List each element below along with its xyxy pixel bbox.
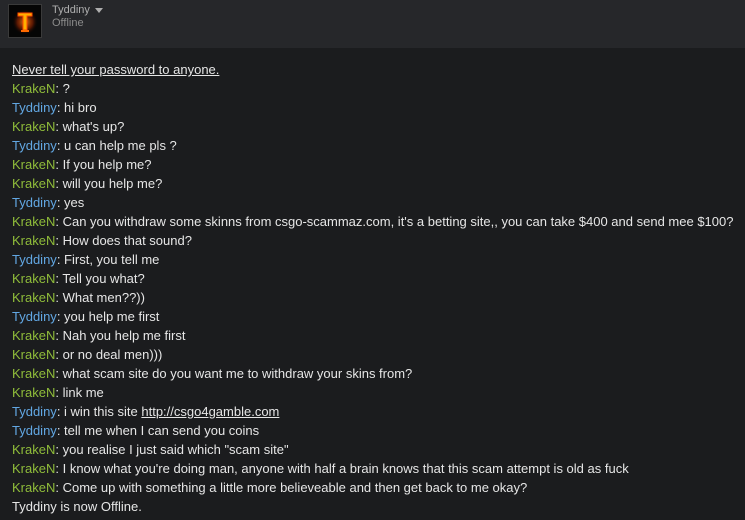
username: Tyddiny (52, 4, 90, 16)
message-text: will you help me? (62, 176, 163, 191)
message-sender[interactable]: KrakeN (12, 119, 55, 134)
avatar-emblem-icon (9, 5, 41, 37)
security-warning: Never tell your password to anyone. (12, 62, 220, 77)
message-separator: : (56, 100, 65, 115)
message-sender[interactable]: KrakeN (12, 176, 55, 191)
message-sender[interactable]: KrakeN (12, 347, 55, 362)
message-sender[interactable]: Tyddiny (12, 309, 57, 324)
status-label: Offline (52, 17, 84, 29)
message-separator: : (55, 233, 63, 248)
message-sender[interactable]: KrakeN (12, 214, 55, 229)
message-sender[interactable]: KrakeN (12, 233, 55, 248)
chat-message: KrakeN: I know what you're doing man, an… (12, 459, 737, 478)
message-text: Come up with something a little more bel… (62, 480, 528, 495)
message-separator: : (56, 195, 65, 210)
message-separator: : (55, 214, 63, 229)
message-separator: : (55, 442, 63, 457)
message-sender[interactable]: Tyddiny (12, 195, 57, 210)
chat-message: KrakeN: what scam site do you want me to… (12, 364, 737, 383)
message-text: Nah you help me first (62, 328, 186, 343)
chat-message: KrakeN: Come up with something a little … (12, 478, 737, 497)
message-separator: : (55, 157, 63, 172)
message-sender[interactable]: KrakeN (12, 328, 55, 343)
message-separator: : (55, 176, 63, 191)
message-text: you help me first (64, 309, 160, 324)
message-text: what scam site do you want me to withdra… (62, 366, 413, 381)
message-sender[interactable]: Tyddiny (12, 423, 57, 438)
chat-message: KrakeN: or no deal men))) (12, 345, 737, 364)
chat-message: Tyddiny: i win this site http://csgo4gam… (12, 402, 737, 421)
message-text: u can help me pls ? (64, 138, 177, 153)
message-text: Tell you what? (62, 271, 145, 286)
chat-message: KrakeN: what's up? (12, 117, 737, 136)
chat-message: Tyddiny: u can help me pls ? (12, 136, 737, 155)
chat-message: Tyddiny: you help me first (12, 307, 737, 326)
message-text: tell me when I can send you coins (64, 423, 260, 438)
message-text: What men??)) (62, 290, 145, 305)
avatar[interactable] (8, 4, 42, 38)
message-sender[interactable]: Tyddiny (12, 404, 57, 419)
chevron-down-icon (94, 7, 103, 13)
message-sender[interactable]: KrakeN (12, 480, 55, 495)
message-text: i win this site (64, 404, 142, 419)
message-text: ? (62, 81, 70, 96)
message-sender[interactable]: KrakeN (12, 366, 55, 381)
chat-message: KrakeN: will you help me? (12, 174, 737, 193)
message-sender[interactable]: KrakeN (12, 81, 55, 96)
message-text: hi bro (64, 100, 97, 115)
chat-message: KrakeN: ? (12, 79, 737, 98)
chat-message: KrakeN: Tell you what? (12, 269, 737, 288)
chat-message: KrakeN: you realise I just said which "s… (12, 440, 737, 459)
chat-message: KrakeN: Nah you help me first (12, 326, 737, 345)
message-sender[interactable]: Tyddiny (12, 100, 57, 115)
message-sender[interactable]: KrakeN (12, 290, 55, 305)
chat-log: Never tell your password to anyone. Krak… (12, 60, 737, 516)
message-separator: : (56, 423, 65, 438)
message-text: How does that sound? (62, 233, 192, 248)
message-separator: : (56, 309, 65, 324)
message-link[interactable]: http://csgo4gamble.com (141, 404, 279, 419)
chat-message: Tyddiny: tell me when I can send you coi… (12, 421, 737, 440)
message-sender[interactable]: KrakeN (12, 271, 55, 286)
message-sender[interactable]: Tyddiny (12, 252, 57, 267)
message-sender[interactable]: KrakeN (12, 385, 55, 400)
message-separator: : (56, 138, 65, 153)
chat-header: Tyddiny Offline (0, 0, 745, 48)
message-separator: : (55, 385, 63, 400)
message-sender[interactable]: KrakeN (12, 157, 55, 172)
chat-message: Tyddiny: hi bro (12, 98, 737, 117)
system-message: Tyddiny is now Offline. (12, 499, 142, 514)
chat-message: KrakeN: How does that sound? (12, 231, 737, 250)
message-separator: : (55, 290, 63, 305)
username-dropdown[interactable]: Tyddiny (52, 4, 103, 16)
message-text: If you help me? (62, 157, 152, 172)
message-text: or no deal men))) (62, 347, 163, 362)
message-text: what's up? (62, 119, 125, 134)
message-separator: : (56, 252, 65, 267)
chat-message: KrakeN: link me (12, 383, 737, 402)
message-separator: : (55, 347, 63, 362)
chat-message: KrakeN: What men??)) (12, 288, 737, 307)
message-text: I know what you're doing man, anyone wit… (62, 461, 629, 476)
message-separator: : (55, 328, 63, 343)
message-separator: : (55, 119, 63, 134)
chat-message: KrakeN: If you help me? (12, 155, 737, 174)
message-separator: : (56, 404, 65, 419)
message-list: KrakeN: ? Tyddiny: hi bro KrakeN: what's u… (12, 79, 737, 497)
message-separator: : (55, 366, 63, 381)
message-text: yes (64, 195, 85, 210)
message-text: Can you withdraw some skinns from csgo-s… (62, 214, 734, 229)
message-separator: : (55, 480, 63, 495)
chat-message: Tyddiny: First, you tell me (12, 250, 737, 269)
message-sender[interactable]: KrakeN (12, 442, 55, 457)
chat-message: KrakeN: Can you withdraw some skinns fro… (12, 212, 737, 231)
message-separator: : (55, 81, 63, 96)
message-separator: : (55, 461, 63, 476)
message-sender[interactable]: Tyddiny (12, 138, 57, 153)
message-text: you realise I just said which "scam site… (62, 442, 289, 457)
chat-message: Tyddiny: yes (12, 193, 737, 212)
message-sender[interactable]: KrakeN (12, 461, 55, 476)
message-text: link me (62, 385, 104, 400)
message-text: First, you tell me (64, 252, 160, 267)
